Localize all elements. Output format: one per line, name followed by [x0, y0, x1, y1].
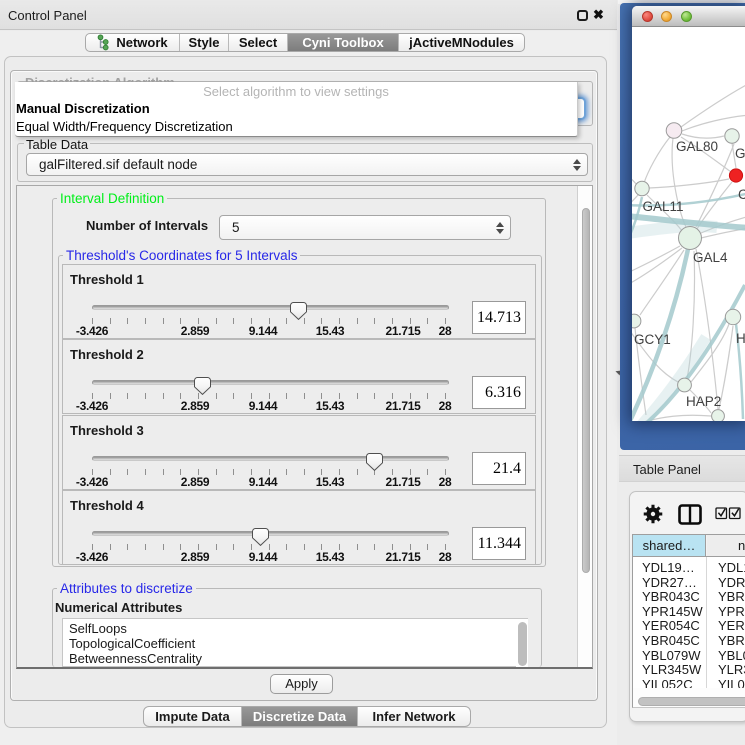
svg-text:GAL4: GAL4 — [693, 250, 728, 265]
svg-text:GAL11: GAL11 — [643, 199, 684, 214]
svg-text:GAL: GAL — [735, 146, 745, 161]
svg-text:HAP2: HAP2 — [686, 394, 721, 409]
svg-text:GAL80: GAL80 — [676, 139, 718, 154]
svg-text:CA: CA — [738, 187, 745, 202]
svg-text:GCY1: GCY1 — [634, 332, 671, 347]
svg-text:HA: HA — [736, 331, 745, 346]
